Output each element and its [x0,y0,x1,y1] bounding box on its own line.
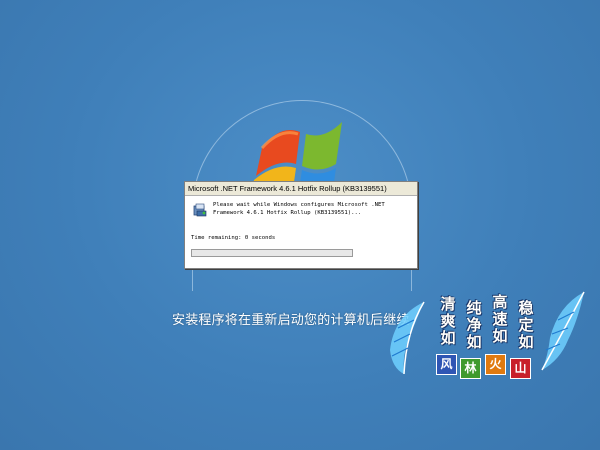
brand-tile: 山 [510,358,531,379]
time-remaining: Time remaining: 0 seconds [191,235,276,241]
installer-icon [193,203,207,217]
brand-tile: 风 [436,354,457,375]
brand-char: 稳 [518,299,534,317]
brand-char: 如 [518,333,534,351]
brand-char: 高 [492,293,508,311]
brand-char: 速 [492,310,508,328]
feather-icon [541,291,585,371]
brand-char: 清 [440,295,456,313]
dialog-message: Please wait while Windows configures Mic… [213,202,385,216]
feather-icon [390,301,425,375]
brand-column-2: 纯 净 如 [464,300,484,351]
branding-logo: 清 爽 如 纯 净 如 高 速 如 稳 定 如 风 林 火 山 [384,290,589,390]
status-message: 安装程序将在重新启动您的计算机后继续 [172,313,410,328]
brand-tile: 林 [460,358,481,379]
brand-tile: 火 [485,354,506,375]
brand-column-1: 清 爽 如 [438,296,458,347]
brand-char: 爽 [440,312,456,330]
brand-char: 定 [518,316,534,334]
brand-char: 净 [466,316,482,334]
brand-char: 如 [492,327,508,345]
installer-dialog: Microsoft .NET Framework 4.6.1 Hotfix Ro… [184,181,418,269]
brand-char: 如 [440,329,456,347]
progress-bar [191,249,353,257]
brand-column-3: 高 速 如 [490,294,510,345]
brand-char: 如 [466,333,482,351]
brand-column-4: 稳 定 如 [516,300,536,351]
dialog-title: Microsoft .NET Framework 4.6.1 Hotfix Ro… [185,182,417,196]
brand-char: 纯 [466,299,482,317]
dialog-body: Please wait while Windows configures Mic… [185,196,417,268]
